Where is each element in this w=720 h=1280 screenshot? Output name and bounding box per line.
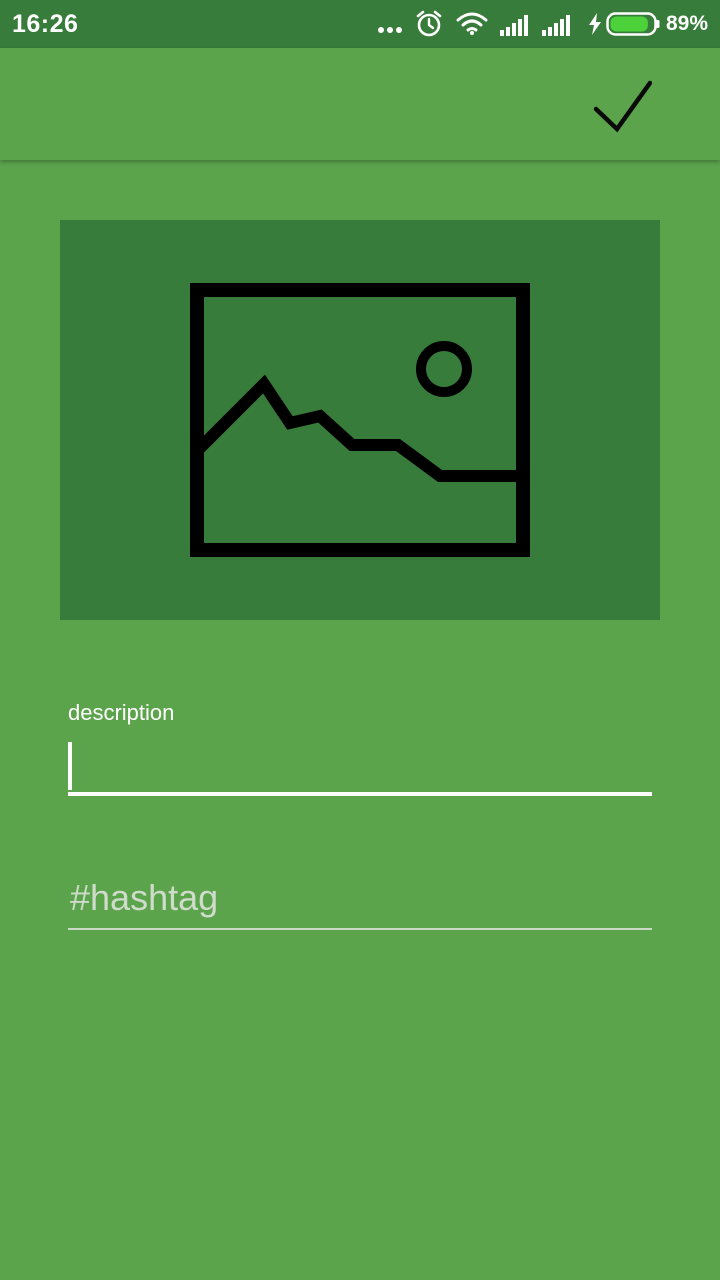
signal-icon xyxy=(542,15,570,36)
hashtag-input[interactable] xyxy=(68,868,652,930)
alarm-icon xyxy=(416,10,442,37)
signal-icon xyxy=(500,15,528,36)
image-icon xyxy=(190,283,530,557)
charging-icon xyxy=(589,13,601,35)
check-icon xyxy=(593,80,652,133)
description-label: description xyxy=(68,700,175,725)
more-dots-icon xyxy=(378,27,402,33)
image-placeholder[interactable] xyxy=(60,220,660,620)
battery-percent: 89% xyxy=(665,12,708,35)
wifi-icon xyxy=(456,12,488,35)
status-time: 16:26 xyxy=(12,10,79,38)
toolbar xyxy=(0,48,720,160)
confirm-button[interactable] xyxy=(580,68,664,144)
battery-icon xyxy=(606,12,660,36)
text-cursor xyxy=(68,742,72,790)
status-bar: 16:26 89% xyxy=(0,0,720,48)
description-input[interactable] xyxy=(68,740,652,796)
